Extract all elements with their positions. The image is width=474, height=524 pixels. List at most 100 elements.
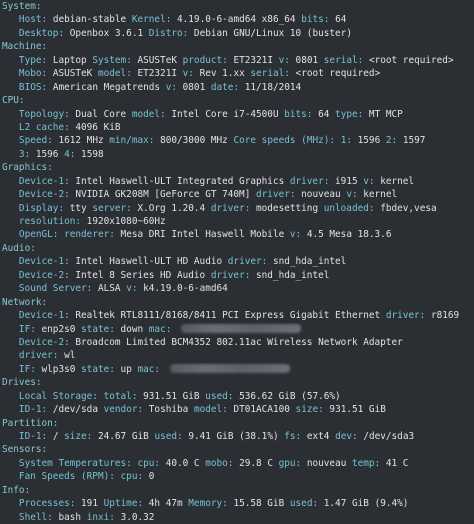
field-key: unloaded: [323,202,381,214]
field-key: 4: [64,148,82,160]
field-value: 800/3000 MHz [160,135,234,147]
field-key: bits: [301,14,336,26]
field-value: i915 [335,175,364,187]
field-key: v: [165,81,183,93]
field-key: model: [131,108,172,120]
field-key: bits: [284,108,319,120]
field-value: 0801 [295,54,324,66]
info-line: L2 cache: 4096 KiB [0,121,474,134]
field-key: Mobo: [2,68,53,80]
field-key: cpu: [120,471,149,483]
field-key: used: [154,431,189,442]
info-line: Device-1: Realtek RTL8111/8168/8411 PCI … [0,309,474,322]
info-line: Type: Laptop System: ASUSTeK product: ET… [0,54,474,67]
field-key: L2 cache: [2,121,76,133]
field-value: <root required> [368,54,454,66]
field-key: driver: [2,350,65,362]
field-value: X.Org 1.20.4 [137,202,211,214]
field-value: 1920x1080~60Hz [86,216,166,227]
field-value: snd_hda_intel [272,256,347,268]
field-key: 3: [2,148,36,160]
field-value: 29.8 C [239,457,279,469]
field-key: ID-1: [2,404,53,416]
section-heading: Sensors: [2,444,48,456]
field-key: size: [64,431,98,442]
field-value: wl [64,350,76,362]
field-value: ext4 [306,431,336,442]
info-line: Host: debian-stable Kernel: 4.19.0-6-amd… [0,13,474,26]
info-line: Processes: 191 Uptime: 4h 47m Memory: 15… [0,497,474,510]
field-key: used: [289,498,324,510]
field-value: 191 [81,498,104,510]
field-key: driver: [210,202,256,214]
field-key: Topology: [2,108,76,120]
field-value: modesetting [256,202,324,214]
field-value: up [120,363,138,375]
field-value: DT01ACA100 [233,404,296,416]
field-key: date: [210,81,245,93]
field-key: vendor: [103,404,149,416]
info-line: Device-2: Intel 8 Series HD Audio driver… [0,269,474,282]
info-line: ID-1: / size: 24.67 GiB used: 9.41 GiB (… [0,430,474,443]
field-key: model: [193,404,234,416]
field-value: ET2321I [233,54,279,66]
field-key: Uptime: [103,498,149,510]
field-value: Broadcom Limited BCM4352 802.11ac Wirele… [75,336,403,348]
field-value: 15.58 GiB [233,498,290,510]
field-value: /dev/sda3 [363,431,415,442]
field-value: ASUSTeK [137,54,183,66]
field-key: v: [182,68,200,80]
field-key: v: [278,54,296,66]
terminal-output: System: Host: debian-stable Kernel: 4.19… [0,0,474,523]
field-key: v: [289,229,307,241]
field-value: 0 [148,471,155,483]
field-value: snd_hda_intel [256,269,330,281]
field-value: 931.51 GiB [329,404,386,416]
field-key: v: [363,175,381,187]
field-value: wlp3s0 [41,363,82,375]
field-value: Intel 8 Series HD Audio [75,269,211,281]
field-value: 64 [318,108,336,120]
field-key: mac: [148,323,178,335]
field-key: renderer: [64,229,121,241]
field-value: enp2s0 [41,323,82,335]
field-value: k4.19.0-6-amd64 [143,283,228,295]
field-key: System: [92,54,138,66]
field-key: v: [346,189,364,201]
section-heading: Drives: [2,377,42,389]
field-key: state: [81,323,121,335]
field-value: fbdev,vesa [380,202,437,214]
field-key: driver: [385,310,431,322]
field-key: mobo: [205,457,240,469]
field-key: serial: [250,68,296,80]
field-key: product: [182,54,234,66]
info-line: System Temperatures: cpu: 40.0 C mobo: 2… [0,457,474,470]
field-key: temp: [352,457,386,469]
section-heading: Partition: [2,417,59,429]
field-key: model: [97,68,138,80]
field-key: v: [126,283,144,295]
field-value: Toshiba [148,404,194,416]
field-value: debian-stable [52,14,132,26]
info-line: Mobo: ASUSTeK model: ET2321I v: Rev 1.xx… [0,67,474,80]
field-value: Realtek RTL8111/8168/8411 PCI Express Gi… [75,310,386,322]
field-key: Speed: [2,135,59,147]
field-value: Intel Core i7-4500U [171,108,285,120]
field-key: state: [81,363,121,375]
field-value: <root required> [295,68,381,80]
field-key: used: [205,390,240,402]
field-key: mac: [137,363,166,375]
field-value: r8169 [430,310,460,322]
field-value: 4.19.0-6-amd64 x86_64 [177,14,302,26]
field-value: 3.0.32 [120,511,155,523]
field-value: 931.51 GiB [143,390,206,402]
field-value: 4.5 Mesa 18.3.6 [306,229,392,241]
field-value: 1612 MHz [58,135,110,147]
section-heading: Network: [2,296,48,308]
field-key: cpu: [137,457,166,469]
field-value: Intel Haswell-ULT Integrated Graphics [75,175,290,187]
field-value: 1597 [402,135,426,147]
field-key: driver: [289,175,336,187]
field-key: resolution: [2,216,87,227]
field-key: IF: [2,363,42,375]
